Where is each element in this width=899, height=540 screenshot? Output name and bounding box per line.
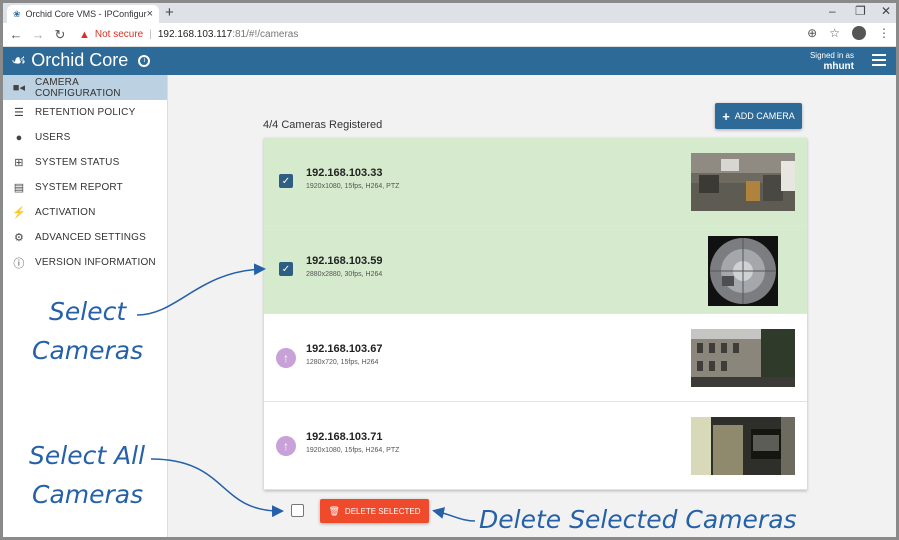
camera-row[interactable]: ✓ 192.168.103.33 1920x1080, 15fps, H264,… (264, 138, 807, 226)
camera-thumbnail[interactable] (691, 153, 795, 211)
browser-actions: ⊕ ☆ ⋮ (807, 26, 890, 40)
camera-select-checkbox[interactable]: ✓ (279, 262, 293, 276)
camera-thumbnail[interactable] (708, 236, 778, 306)
select-all-checkbox[interactable] (291, 504, 304, 517)
video-camera-icon: ■◂ (12, 82, 26, 94)
browser-menu-icon[interactable]: ⋮ (878, 26, 890, 40)
app-logo[interactable]: ☙ Orchid Core i (11, 50, 151, 71)
add-camera-button[interactable]: + ADD CAMERA (715, 103, 802, 129)
annotation-delete-selected: Delete Selected Cameras (479, 505, 797, 534)
annotation-select-all-line2: Cameras (32, 480, 144, 509)
forward-arrow-icon[interactable]: → (29, 27, 47, 42)
camera-thumbnail[interactable] (691, 329, 795, 387)
url-host: 192.168.103.117 (157, 29, 233, 40)
not-secure-label: Not secure (94, 29, 144, 40)
plus-icon: + (722, 108, 730, 124)
camera-ip: 192.168.103.67 (306, 343, 383, 355)
camera-specs: 1920x1080, 15fps, H264, PTZ (306, 447, 400, 454)
sidebar-item-label: ACTIVATION (35, 207, 96, 218)
upload-arrow-icon[interactable]: ↑ (276, 436, 296, 456)
arrow-select-all (150, 458, 284, 518)
sidebar-item-version-information[interactable]: ⓘ VERSION INFORMATION (3, 250, 167, 275)
omnibox-separator: | (149, 29, 152, 40)
warning-icon: ▲ (79, 28, 90, 41)
camera-ip: 192.168.103.59 (306, 255, 383, 267)
zoom-icon[interactable]: ⊕ (807, 26, 817, 40)
tab-close-icon[interactable]: × (147, 8, 153, 20)
app-header: ☙ Orchid Core i Signed in as mhunt (3, 47, 896, 75)
camera-specs: 2880x2880, 30fps, H264 (306, 271, 383, 278)
sidebar-item-advanced-settings[interactable]: ⚙ ADVANCED SETTINGS (3, 225, 167, 250)
sidebar-item-label: SYSTEM REPORT (35, 182, 123, 193)
back-arrow-icon[interactable]: ← (7, 27, 25, 42)
camera-list: ✓ 192.168.103.33 1920x1080, 15fps, H264,… (264, 138, 807, 490)
camera-ip: 192.168.103.33 (306, 167, 383, 179)
sidebar-item-activation[interactable]: ⚡ ACTIVATION (3, 200, 167, 225)
sidebar-item-retention-policy[interactable]: ☰ RETENTION POLICY (3, 100, 167, 125)
sidebar-item-users[interactable]: ● USERS (3, 125, 167, 150)
cameras-registered-count: 4/4 Cameras Registered (263, 119, 383, 131)
url-text: 192.168.103.117:81/#!/cameras (158, 29, 299, 40)
browser-tabstrip: ❀ Orchid Core VMS - IPConfigure × + – ❐ … (3, 3, 896, 23)
power-status-icon[interactable]: i (138, 54, 151, 67)
medkit-icon: ⊞ (14, 157, 24, 169)
url-path: :81/#!/cameras (232, 29, 299, 40)
gears-icon: ⚙ (13, 232, 25, 244)
trash-icon: 🗑 (328, 505, 340, 516)
fisheye-camera-image (708, 236, 778, 306)
sidebar-item-camera-configuration[interactable]: ■◂ CAMERA CONFIGURATION (3, 75, 167, 100)
sidebar-item-label: ADVANCED SETTINGS (35, 232, 147, 243)
building-camera-image (691, 329, 795, 387)
sidebar-item-label: USERS (35, 132, 71, 143)
new-tab-button[interactable]: + (165, 4, 174, 21)
restore-icon[interactable]: ❐ (855, 4, 866, 18)
hallway-camera-image (691, 417, 795, 475)
browser-address-bar: ← → ↻ ▲ Not secure | 192.168.103.117:81/… (3, 23, 896, 47)
annotation-select-cameras-line1: Select (49, 297, 127, 326)
hamburger-menu-icon[interactable] (872, 54, 886, 69)
profile-avatar-icon[interactable] (852, 26, 866, 40)
report-icon: ▤ (13, 182, 25, 194)
database-icon: ☰ (13, 107, 25, 119)
camera-specs: 1920x1080, 15fps, H264, PTZ (306, 183, 400, 190)
annotation-select-cameras-line2: Cameras (32, 336, 144, 365)
camera-row[interactable]: ↑ 192.168.103.71 1920x1080, 15fps, H264,… (264, 402, 807, 490)
screenshot-frame: ❀ Orchid Core VMS - IPConfigure × + – ❐ … (0, 0, 899, 540)
omnibox[interactable]: ▲ Not secure | 192.168.103.117:81/#!/cam… (79, 29, 298, 41)
annotation-select-all-line1: Select All (29, 441, 146, 470)
delete-selected-button[interactable]: 🗑 DELETE SELECTED (320, 499, 429, 523)
camera-row[interactable]: ↑ 192.168.103.67 1280x720, 15fps, H264 (264, 314, 807, 402)
sidebar-item-label: RETENTION POLICY (35, 107, 136, 118)
window-close-icon[interactable]: ✕ (881, 4, 891, 18)
user-icon: ● (15, 131, 23, 144)
signed-in-info: Signed in as mhunt (810, 50, 854, 72)
browser-tab[interactable]: ❀ Orchid Core VMS - IPConfigure × (7, 5, 159, 23)
upload-arrow-icon[interactable]: ↑ (276, 348, 296, 368)
arrow-delete-selected (432, 507, 476, 522)
sidebar-item-label: CAMERA CONFIGURATION (34, 76, 121, 99)
bookmark-star-icon[interactable]: ☆ (829, 26, 840, 40)
orchid-favicon-icon: ❀ (13, 8, 21, 19)
sidebar-item-system-report[interactable]: ▤ SYSTEM REPORT (3, 175, 167, 200)
plug-icon: ⚡ (12, 207, 26, 219)
minimize-icon[interactable]: – (829, 4, 836, 18)
tab-title: Orchid Core VMS - IPConfigure (25, 9, 147, 19)
delete-selected-label: DELETE SELECTED (344, 506, 421, 516)
camera-specs: 1280x720, 15fps, H264 (306, 359, 379, 366)
info-icon: ⓘ (13, 257, 25, 270)
username: mhunt (823, 61, 854, 72)
app-name: Orchid Core (31, 50, 129, 70)
camera-row[interactable]: ✓ 192.168.103.59 2880x2880, 30fps, H264 (264, 226, 807, 314)
signed-in-label: Signed in as (809, 51, 854, 60)
sidebar-item-label: SYSTEM STATUS (35, 157, 120, 168)
orchid-logo-icon: ☙ (11, 50, 27, 70)
camera-select-checkbox[interactable]: ✓ (279, 174, 293, 188)
reload-icon[interactable]: ↻ (51, 27, 69, 43)
camera-thumbnail[interactable] (691, 417, 795, 475)
sidebar-item-system-status[interactable]: ⊞ SYSTEM STATUS (3, 150, 167, 175)
add-camera-label: ADD CAMERA (734, 111, 795, 121)
camera-ip: 192.168.103.71 (306, 431, 383, 443)
sidebar-item-label: VERSION INFORMATION (35, 257, 156, 268)
office-camera-image (691, 153, 795, 211)
